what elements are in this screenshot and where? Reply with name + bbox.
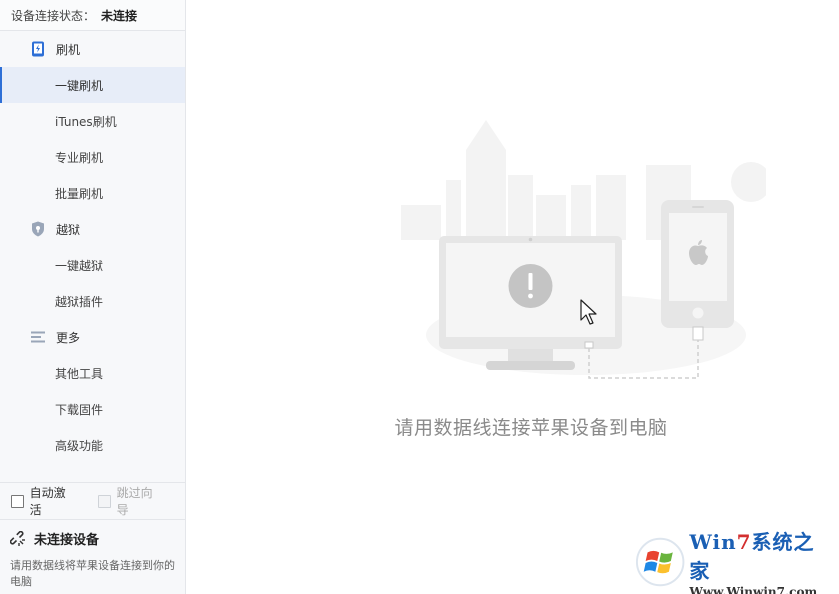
iphone-icon — [661, 200, 734, 328]
watermark-logo: Win7系统之家 Www.Winwin7.com — [635, 536, 831, 588]
menu-group-label: 更多 — [56, 329, 80, 346]
sidebar: 设备连接状态： 未连接 刷机 一键刷机 iTunes刷机 专业刷机 批量刷机 — [0, 0, 186, 594]
menu-item-one-click-jailbreak[interactable]: 一键越狱 — [0, 247, 185, 283]
menu-item-one-click-flash[interactable]: 一键刷机 — [0, 67, 185, 103]
connect-device-illustration — [396, 110, 766, 385]
device-title: 未连接设备 — [10, 529, 176, 548]
status-label: 设备连接状态： — [11, 7, 95, 24]
menu-group-jailbreak[interactable]: 越狱 — [0, 211, 185, 247]
menu-item-other-tools[interactable]: 其他工具 — [0, 355, 185, 391]
device-info-panel: 未连接设备 请用数据线将苹果设备连接到你的电脑 — [0, 519, 185, 594]
options-bar: 自动激活 跳过向导 — [0, 482, 185, 519]
checkbox-label: 跳过向导 — [117, 484, 163, 518]
connection-status: 设备连接状态： 未连接 — [0, 0, 185, 31]
disconnected-link-icon — [10, 531, 26, 547]
checkbox-box[interactable] — [11, 495, 24, 508]
device-title-text: 未连接设备 — [34, 529, 99, 548]
shield-icon — [30, 221, 46, 237]
phone-flash-icon — [30, 41, 46, 57]
nav-menu: 刷机 一键刷机 iTunes刷机 专业刷机 批量刷机 越狱 一键越狱 越狱插件 — [0, 31, 185, 463]
menu-item-pro-flash[interactable]: 专业刷机 — [0, 139, 185, 175]
menu-item-batch-flash[interactable]: 批量刷机 — [0, 175, 185, 211]
menu-item-jailbreak-plugins[interactable]: 越狱插件 — [0, 283, 185, 319]
main-content: 请用数据线连接苹果设备到电脑 — [186, 0, 839, 594]
device-hint: 请用数据线将苹果设备连接到你的电脑 — [10, 558, 176, 590]
watermark-url: Www.Winwin7.com — [689, 585, 831, 594]
menu-group-flash[interactable]: 刷机 — [0, 31, 185, 67]
menu-group-label: 刷机 — [56, 41, 80, 58]
auto-activate-checkbox[interactable]: 自动激活 — [11, 484, 76, 518]
watermark-title: Win7系统之家 — [689, 526, 831, 584]
list-icon — [30, 329, 46, 345]
menu-item-advanced[interactable]: 高级功能 — [0, 427, 185, 463]
connect-instruction: 请用数据线连接苹果设备到电脑 — [186, 413, 839, 440]
menu-group-more[interactable]: 更多 — [0, 319, 185, 355]
checkbox-box[interactable] — [98, 495, 111, 508]
menu-item-itunes-flash[interactable]: iTunes刷机 — [0, 103, 185, 139]
menu-group-label: 越狱 — [56, 221, 80, 238]
skip-guide-checkbox[interactable]: 跳过向导 — [98, 484, 163, 518]
checkbox-label: 自动激活 — [30, 484, 76, 518]
status-value: 未连接 — [101, 7, 137, 24]
menu-item-download-firmware[interactable]: 下载固件 — [0, 391, 185, 427]
windows-logo-icon — [635, 536, 685, 588]
